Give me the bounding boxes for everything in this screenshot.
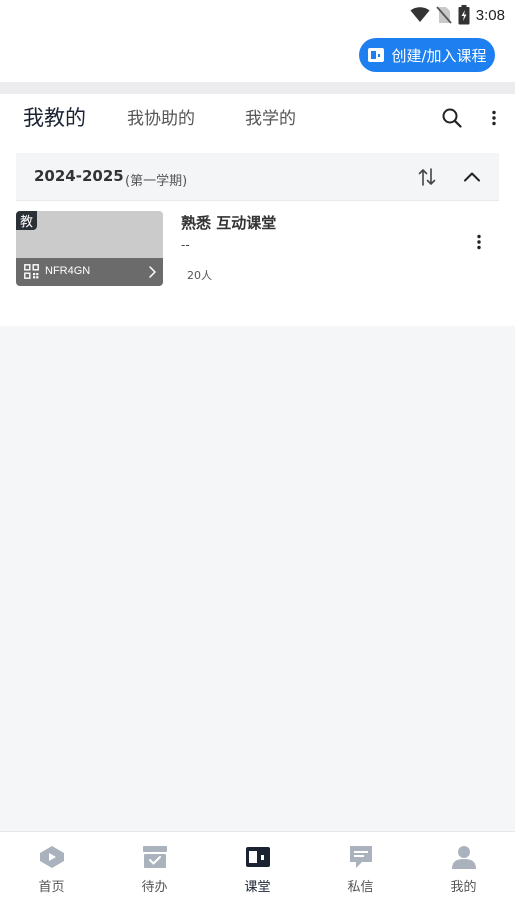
nav-label-todo: 待办 — [141, 880, 168, 895]
profile-icon — [451, 846, 476, 869]
term-year: 2024-2025 — [34, 167, 124, 185]
course-more-icon[interactable] — [471, 233, 487, 251]
message-icon — [349, 846, 372, 868]
todo-box-icon — [142, 846, 167, 868]
nav-item-profile[interactable]: 我的 — [412, 844, 515, 902]
course-thumbnail[interactable]: 教 NFR4GN — [16, 211, 163, 286]
tab-bar: 我教的 我协助的 我学的 — [0, 94, 515, 142]
course-code-bar[interactable]: NFR4GN — [16, 258, 163, 286]
qr-code-icon — [24, 264, 39, 279]
classroom-icon — [245, 847, 270, 867]
create-join-course-label: 创建/加入课程 — [391, 46, 487, 65]
wifi-icon — [410, 7, 430, 22]
status-time: 3:08 — [475, 6, 505, 24]
status-bar: 3:08 — [0, 0, 515, 30]
teacher-badge: 教 — [16, 211, 37, 230]
more-vertical-icon[interactable] — [486, 109, 502, 127]
nav-item-classroom[interactable]: 课堂 — [206, 844, 309, 902]
nav-item-messages[interactable]: 私信 — [309, 844, 412, 902]
status-icons: 3:08 — [410, 4, 505, 26]
course-student-count: 20人 — [187, 269, 212, 282]
home-icon — [39, 846, 64, 868]
course-title: 熟悉 互动课堂 — [181, 214, 277, 232]
course-list-card: 2024-2025 (第一学期) 教 NFR4GN 熟悉 互动课堂 -- 20人 — [0, 142, 515, 326]
nav-label-home: 首页 — [38, 880, 65, 895]
search-icon[interactable] — [441, 107, 463, 129]
no-sim-icon — [436, 6, 452, 24]
tab-learning[interactable]: 我学的 — [245, 104, 296, 129]
system-gesture-bar — [0, 908, 515, 915]
course-subtitle: -- — [181, 238, 190, 252]
bottom-navigation: 首页 待办 课堂 私信 我的 — [0, 831, 515, 915]
chevron-right-icon — [149, 266, 156, 278]
nav-label-profile: 我的 — [450, 880, 477, 895]
nav-label-classroom: 课堂 — [244, 880, 271, 895]
chevron-up-icon[interactable] — [461, 166, 483, 188]
tab-assisting[interactable]: 我协助的 — [127, 104, 195, 129]
course-item[interactable]: 教 NFR4GN 熟悉 互动课堂 -- 20人 — [16, 211, 499, 287]
tab-teaching[interactable]: 我教的 — [23, 102, 86, 132]
term-semester: (第一学期) — [125, 174, 188, 189]
create-join-course-button[interactable]: 创建/加入课程 — [359, 38, 495, 72]
nav-item-home[interactable]: 首页 — [0, 844, 103, 902]
classroom-door-icon — [368, 48, 385, 62]
nav-item-todo[interactable]: 待办 — [103, 844, 206, 902]
battery-charging-icon — [458, 5, 470, 25]
sort-icon[interactable] — [416, 166, 438, 188]
nav-label-messages: 私信 — [347, 880, 374, 895]
section-divider — [0, 82, 515, 94]
course-code: NFR4GN — [45, 265, 91, 277]
term-header[interactable]: 2024-2025 (第一学期) — [16, 153, 499, 201]
top-action-area: 创建/加入课程 — [0, 30, 515, 82]
